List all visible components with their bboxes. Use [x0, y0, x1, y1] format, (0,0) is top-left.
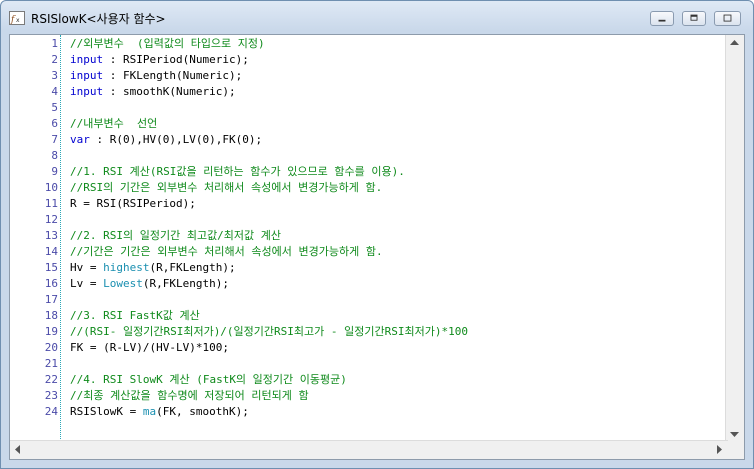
line-number: 19	[44, 325, 58, 338]
minimize-button[interactable]	[650, 11, 674, 26]
code-line[interactable]: Hv = highest(R,FKLength);	[70, 260, 236, 276]
line-number: 3	[51, 69, 58, 82]
close-icon	[723, 14, 732, 22]
code-comment: //3. RSI FastK값 계산	[70, 309, 200, 322]
code-text: FK = (R-LV)/(HV-LV)*100;	[70, 341, 229, 354]
vertical-scrollbar[interactable]	[725, 35, 744, 443]
line-number: 9	[51, 165, 58, 178]
code-keyword: var	[70, 133, 90, 146]
code-line[interactable]: //2. RSI의 일정기간 최고값/최저값 계산	[70, 228, 281, 244]
line-number: 17	[44, 293, 58, 306]
scroll-up-arrow-icon[interactable]	[730, 40, 739, 46]
code-function: highest	[103, 261, 150, 274]
code-keyword: input	[70, 69, 104, 82]
window-title: RSISlowK<사용자 함수>	[31, 12, 166, 26]
code-text: (R,FKLength);	[142, 277, 229, 290]
code-line[interactable]: R = RSI(RSIPeriod);	[70, 196, 196, 212]
minimize-icon	[658, 19, 666, 22]
code-comment: //(RSI- 일정기간RSI최저가)/(일정기간RSI최고가 - 일정기간RS…	[70, 325, 468, 338]
code-text: : FKLength(Numeric);	[103, 69, 243, 82]
gutter-divider	[60, 35, 61, 443]
code-comment: //외부변수 (입력값의 타입으로 지정)	[70, 37, 265, 50]
scroll-left-arrow-icon[interactable]	[15, 445, 21, 454]
line-number: 15	[44, 261, 58, 274]
code-text: : RSIPeriod(Numeric);	[103, 53, 249, 66]
line-number: 5	[51, 101, 58, 114]
line-number: 22	[44, 373, 58, 386]
code-text: (R,FKLength);	[149, 261, 236, 274]
line-number: 7	[51, 133, 58, 146]
code-text: : R(0),HV(0),LV(0),FK(0);	[89, 133, 263, 146]
code-line[interactable]: //외부변수 (입력값의 타입으로 지정)	[70, 36, 265, 52]
code-comment: //기간은 기간은 외부변수 처리해서 속성에서 변경가능하게 함.	[70, 245, 383, 258]
code-line[interactable]: //1. RSI 계산(RSI값을 리턴하는 함수가 있으므로 함수를 이용).	[70, 164, 405, 180]
line-number: 14	[44, 245, 58, 258]
svg-text:x: x	[16, 17, 20, 24]
code-line[interactable]: //최종 계산값을 함수명에 저장되어 리턴되게 함	[70, 388, 309, 404]
scrollbar-corner	[726, 441, 744, 459]
line-number: 23	[44, 389, 58, 402]
line-number: 24	[44, 405, 58, 418]
code-keyword: input	[70, 85, 104, 98]
code-line[interactable]: FK = (R-LV)/(HV-LV)*100;	[70, 340, 229, 356]
line-number: 6	[51, 117, 58, 130]
code-line[interactable]: //3. RSI FastK값 계산	[70, 308, 200, 324]
code-area[interactable]: //외부변수 (입력값의 타입으로 지정) input : RSIPeriod(N…	[70, 35, 722, 443]
line-number: 13	[44, 229, 58, 242]
line-number: 16	[44, 277, 58, 290]
code-comment: //최종 계산값을 함수명에 저장되어 리턴되게 함	[70, 389, 309, 402]
code-comment: //RSI의 기간은 외부변수 처리해서 속성에서 변경가능하게 함.	[70, 181, 383, 194]
code-line[interactable]: Lv = Lowest(R,FKLength);	[70, 276, 229, 292]
line-number: 8	[51, 149, 58, 162]
line-number: 10	[44, 181, 58, 194]
line-number: 2	[51, 53, 58, 66]
code-comment: //1. RSI 계산(RSI값을 리턴하는 함수가 있으므로 함수를 이용).	[70, 165, 405, 178]
code-text: Hv =	[70, 261, 104, 274]
code-line[interactable]: //RSI의 기간은 외부변수 처리해서 속성에서 변경가능하게 함.	[70, 180, 382, 196]
title-bar[interactable]: f x RSISlowK<사용자 함수>	[1, 1, 753, 33]
horizontal-scrollbar[interactable]	[10, 440, 728, 459]
restore-icon	[690, 14, 698, 21]
code-line[interactable]: //(RSI- 일정기간RSI최저가)/(일정기간RSI최고가 - 일정기간RS…	[70, 324, 468, 340]
code-text: : smoothK(Numeric);	[103, 85, 236, 98]
code-line[interactable]: //기간은 기간은 외부변수 처리해서 속성에서 변경가능하게 함.	[70, 244, 383, 260]
code-line[interactable]: RSISlowK = ma(FK, smoothK);	[70, 404, 249, 420]
line-number: 18	[44, 309, 58, 322]
line-number: 21	[44, 357, 58, 370]
code-line[interactable]: //4. RSI SlowK 계산 (FastK의 일정기간 이동평균)	[70, 372, 347, 388]
code-text: (FK, smoothK);	[156, 405, 249, 418]
editor-client-area: 1 2 3 4 5 6 7 8 9 10 11 12 13 14 15 16 17 18 19 20 21 22 23 24 …	[9, 34, 745, 460]
code-line[interactable]: var : R(0),HV(0),LV(0),FK(0);	[70, 132, 262, 148]
maximize-button[interactable]	[682, 11, 706, 26]
function-icon: f x	[9, 11, 25, 25]
code-text: R = RSI(RSIPeriod);	[70, 197, 196, 210]
code-line[interactable]: input : smoothK(Numeric);	[70, 84, 236, 100]
code-keyword: input	[70, 53, 104, 66]
code-comment: //내부변수 선언	[70, 117, 158, 130]
line-number-gutter: 1 2 3 4 5 6 7 8 9 10 11 12 13 14 15 16 17 18 19 20 21 22 23 24	[10, 35, 58, 443]
code-line[interactable]: input : RSIPeriod(Numeric);	[70, 52, 249, 68]
code-comment: //4. RSI SlowK 계산 (FastK의 일정기간 이동평균)	[70, 373, 347, 386]
code-function: Lowest	[103, 277, 143, 290]
scroll-down-arrow-icon[interactable]	[730, 432, 739, 438]
editor-window: f x RSISlowK<사용자 함수> 1 2 3 4 5 6 7 8 9 10 11 12 13 14…	[0, 0, 754, 469]
line-number: 1	[51, 37, 58, 50]
code-comment: //2. RSI의 일정기간 최고값/최저값 계산	[70, 229, 282, 242]
code-line[interactable]: input : FKLength(Numeric);	[70, 68, 242, 84]
code-function: ma	[142, 405, 157, 418]
scroll-right-arrow-icon[interactable]	[717, 445, 723, 454]
code-line[interactable]: //내부변수 선언	[70, 116, 157, 132]
close-button[interactable]	[714, 11, 741, 26]
line-number: 20	[44, 341, 58, 354]
code-text: Lv =	[70, 277, 104, 290]
line-number: 12	[44, 213, 58, 226]
line-number: 11	[44, 197, 58, 210]
code-text: RSISlowK =	[70, 405, 143, 418]
line-number: 4	[51, 85, 58, 98]
